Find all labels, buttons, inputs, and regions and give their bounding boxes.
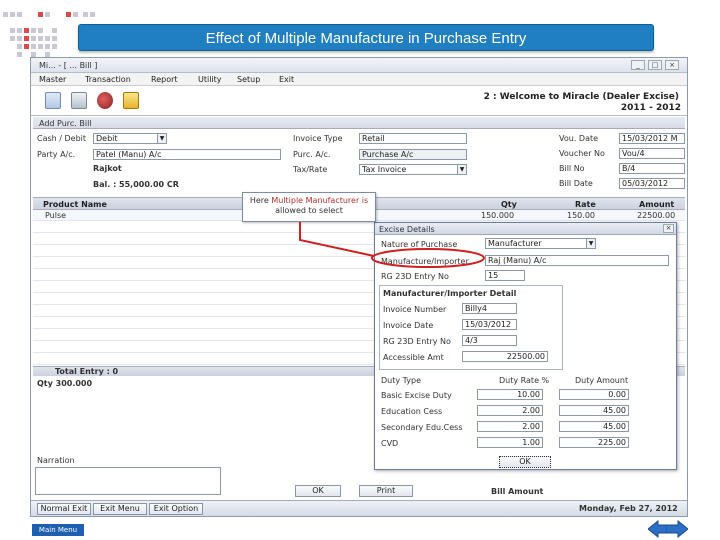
callout-pointer xyxy=(299,222,375,257)
forward-arrow-icon[interactable] xyxy=(666,520,688,538)
main-menu-button[interactable]: Main Menu xyxy=(32,524,84,536)
highlight-ring xyxy=(371,248,485,268)
annotation-overlay xyxy=(299,222,485,268)
